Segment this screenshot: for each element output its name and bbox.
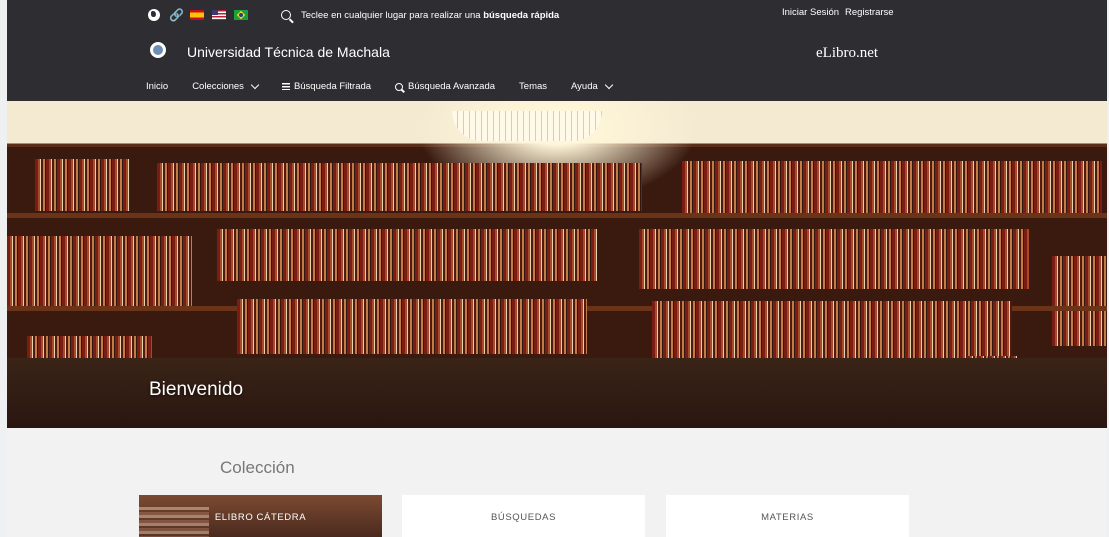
nav-label: Búsqueda Avanzada [408, 81, 496, 92]
nav-colecciones[interactable]: Colecciones [192, 80, 260, 92]
card-label: MATERIAS [761, 512, 814, 523]
bookshelf-image [639, 229, 1029, 289]
page: 🔗 Teclee en cualquier lugar para realiza… [7, 0, 1107, 537]
bookshelf-image [217, 229, 597, 281]
bookshelf-image [682, 161, 1102, 216]
brand-suffix: .net [855, 45, 879, 61]
nav-busqueda-filtrada[interactable]: Búsqueda Filtrada [281, 81, 372, 92]
nav-busqueda-avanzada[interactable]: Búsqueda Avanzada [395, 81, 495, 92]
bookshelf-image [1052, 256, 1107, 346]
login-link[interactable]: Iniciar Sesión [782, 7, 839, 18]
card-label: ELIBRO CÁTEDRA [214, 512, 307, 523]
globe-icon[interactable] [148, 9, 160, 21]
filter-icon [281, 83, 290, 90]
nav-label: Colecciones [192, 81, 244, 92]
nav-ayuda[interactable]: Ayuda [571, 80, 614, 92]
topbar: 🔗 Teclee en cualquier lugar para realiza… [148, 6, 559, 24]
card-materias[interactable]: MATERIAS [666, 495, 909, 537]
nav-temas[interactable]: Temas [519, 81, 547, 92]
quick-search-prompt[interactable]: Teclee en cualquier lugar para realizar … [301, 10, 559, 21]
site-header: 🔗 Teclee en cualquier lugar para realiza… [7, 0, 1107, 101]
chevron-down-icon [250, 80, 260, 90]
search-icon [395, 82, 404, 91]
flag-es-icon[interactable] [190, 10, 204, 20]
nav-label: Ayuda [571, 81, 598, 92]
nav-label: Inicio [146, 81, 169, 92]
quick-search-text: Teclee en cualquier lugar para realizar … [301, 9, 484, 21]
balcony-rail [7, 213, 1107, 218]
ceiling-light-image [452, 111, 602, 141]
bookshelf-image [157, 163, 642, 211]
chevron-down-icon [604, 80, 614, 90]
collection-title: Colección [220, 458, 295, 477]
flag-us-icon[interactable] [212, 10, 226, 20]
card-busquedas[interactable]: BÚSQUEDAS [402, 495, 645, 537]
bookshelf-image [237, 299, 587, 354]
link-icon[interactable]: 🔗 [169, 9, 184, 21]
flag-br-icon[interactable] [234, 10, 248, 20]
register-link[interactable]: Registrarse [845, 7, 894, 18]
card-elibro-catedra[interactable]: ELIBRO CÁTEDRA [139, 495, 382, 537]
main-nav: Inicio Colecciones Búsqueda Filtrada Bús… [146, 80, 636, 92]
nav-inicio[interactable]: Inicio [146, 81, 168, 92]
card-label: BÚSQUEDAS [490, 512, 557, 523]
quick-search-bold: búsqueda rápida [483, 9, 560, 21]
bookshelf-image [7, 236, 192, 306]
hero-title: Bienvenido [149, 379, 244, 400]
nav-label: Búsqueda Filtrada [293, 81, 372, 92]
brand-name: eLibro [816, 45, 856, 61]
search-icon[interactable] [281, 10, 291, 20]
bookshelf-image [35, 159, 130, 211]
hero-banner: Bienvenido [7, 101, 1107, 428]
university-name: Universidad Técnica de Machala [187, 44, 390, 60]
university-logo [150, 42, 166, 58]
nav-label: Temas [519, 81, 548, 92]
elibro-logo[interactable]: eLibro.net [816, 45, 878, 62]
bookshelf-image [652, 301, 1012, 366]
